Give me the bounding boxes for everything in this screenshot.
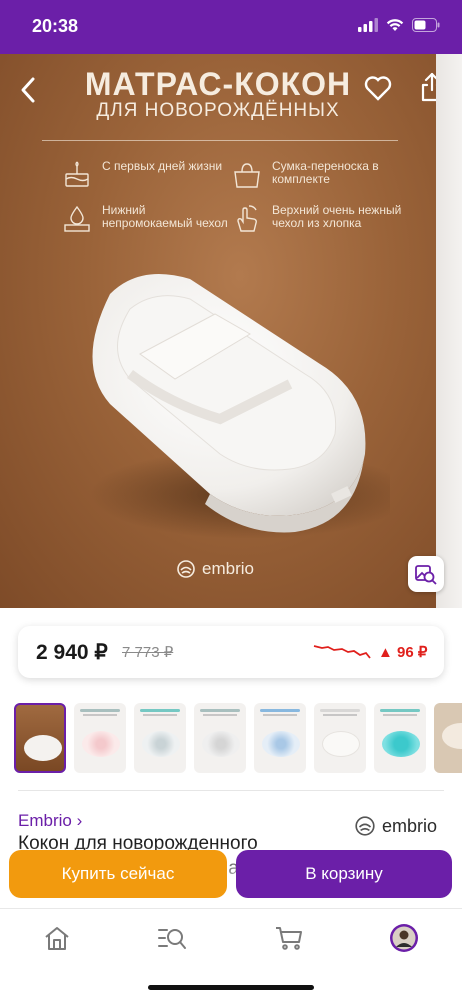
thumbnail-4[interactable] [194, 703, 246, 773]
favorite-button[interactable] [364, 75, 392, 106]
brand-logo: embrio [176, 559, 254, 579]
old-price: 7 773 ₽ [122, 644, 174, 661]
divider [18, 790, 444, 791]
status-icons [358, 18, 440, 32]
thumbnail-title [140, 709, 180, 712]
add-to-cart-button[interactable]: В корзину [236, 850, 452, 898]
nav-home[interactable] [40, 923, 74, 953]
feature-text: С первых дней жизни [102, 159, 223, 173]
product-image[interactable]: МАТРАС-КОКОН ДЛЯ НОВОРОЖДЁННЫХ С первых … [0, 54, 436, 608]
bag-icon [234, 163, 260, 188]
thumbnail-mattress [202, 731, 240, 757]
profile-avatar-icon [390, 924, 418, 952]
status-bar: 20:38 [0, 0, 462, 54]
nav-catalog[interactable] [155, 923, 189, 953]
thumbnail-strip[interactable] [14, 703, 462, 773]
thumbnail-subtitle [383, 714, 417, 716]
waterproof-icon [64, 205, 90, 232]
hero-divider [42, 140, 398, 141]
battery-icon [412, 18, 440, 32]
thumbnail-title [320, 709, 360, 712]
next-image-peek [436, 54, 462, 608]
thumbnail-7[interactable] [374, 703, 426, 773]
thumbnail-subtitle [83, 714, 117, 716]
feature-text: Сумка-переноска в комплекте [272, 159, 379, 186]
wifi-icon [386, 19, 404, 31]
chevron-left-icon [21, 77, 35, 103]
thumbnail-subtitle [323, 714, 357, 716]
image-search-button[interactable] [408, 556, 444, 592]
thumbnail-8[interactable] [434, 703, 462, 773]
thumbnail-mattress [442, 723, 462, 749]
thumbnail-mattress [82, 731, 120, 757]
buy-now-button[interactable]: Купить сейчас [9, 850, 227, 898]
home-icon [45, 927, 69, 950]
thumbnail-mattress [382, 731, 420, 757]
feature-waterproof: Нижний непромокаемый чехол [62, 204, 232, 234]
nav-cart[interactable] [272, 923, 306, 953]
thumbnail-1[interactable] [14, 703, 66, 773]
thumbnail-title [200, 709, 240, 712]
cocoon-mattress-illustration [90, 274, 390, 539]
feature-bag: Сумка-переноска в комплекте [232, 160, 402, 190]
nav-profile[interactable] [387, 923, 421, 953]
price-card[interactable]: 2 940 ₽ 7 773 ₽ ▲ 96 ₽ [18, 626, 444, 678]
thumbnail-3[interactable] [134, 703, 186, 773]
share-button[interactable] [420, 72, 436, 107]
thumbnail-subtitle [143, 714, 177, 716]
thumbnail-subtitle [203, 714, 237, 716]
signal-icon [358, 18, 378, 32]
share-icon [421, 72, 436, 102]
status-time: 20:38 [32, 16, 79, 36]
home-indicator [148, 985, 314, 990]
thumbnail-subtitle [263, 714, 297, 716]
brand-logo-text: embrio [202, 559, 254, 578]
price-change: ▲ 96 ₽ [378, 644, 428, 661]
image-search-icon [415, 565, 437, 585]
thumbnail-mattress [142, 731, 180, 757]
cart-icon [276, 927, 302, 950]
seller-link[interactable]: Embrio › [18, 811, 82, 831]
thumbnail-title [380, 709, 420, 712]
thumbnail-2[interactable] [74, 703, 126, 773]
back-button[interactable] [18, 76, 38, 109]
thumbnail-mattress [24, 735, 62, 761]
thumbnail-mattress [322, 731, 360, 757]
hand-touch-icon [237, 205, 257, 232]
thumbnail-5[interactable] [254, 703, 306, 773]
thumbnail-title [80, 709, 120, 712]
cake-icon [65, 161, 89, 187]
thumbnail-6[interactable] [314, 703, 366, 773]
thumbnail-title [260, 709, 300, 712]
feature-text: Нижний непромокаемый чехол [102, 203, 228, 230]
thumbnail-mattress [262, 731, 300, 757]
seller-logo-icon [355, 816, 375, 836]
catalog-search-icon [158, 929, 186, 949]
feature-first-days: С первых дней жизни [62, 160, 232, 190]
feature-text: Верхний очень нежный чехол из хлопка [272, 203, 402, 230]
brand-logo-icon [177, 560, 195, 578]
current-price: 2 940 ₽ [36, 641, 108, 664]
heart-icon [364, 76, 392, 101]
seller-logo-text: embrio [382, 815, 438, 836]
price-history-graph [313, 645, 371, 659]
seller-logo[interactable]: embrio [354, 815, 437, 837]
feature-cotton: Верхний очень нежный чехол из хлопка [232, 204, 402, 234]
